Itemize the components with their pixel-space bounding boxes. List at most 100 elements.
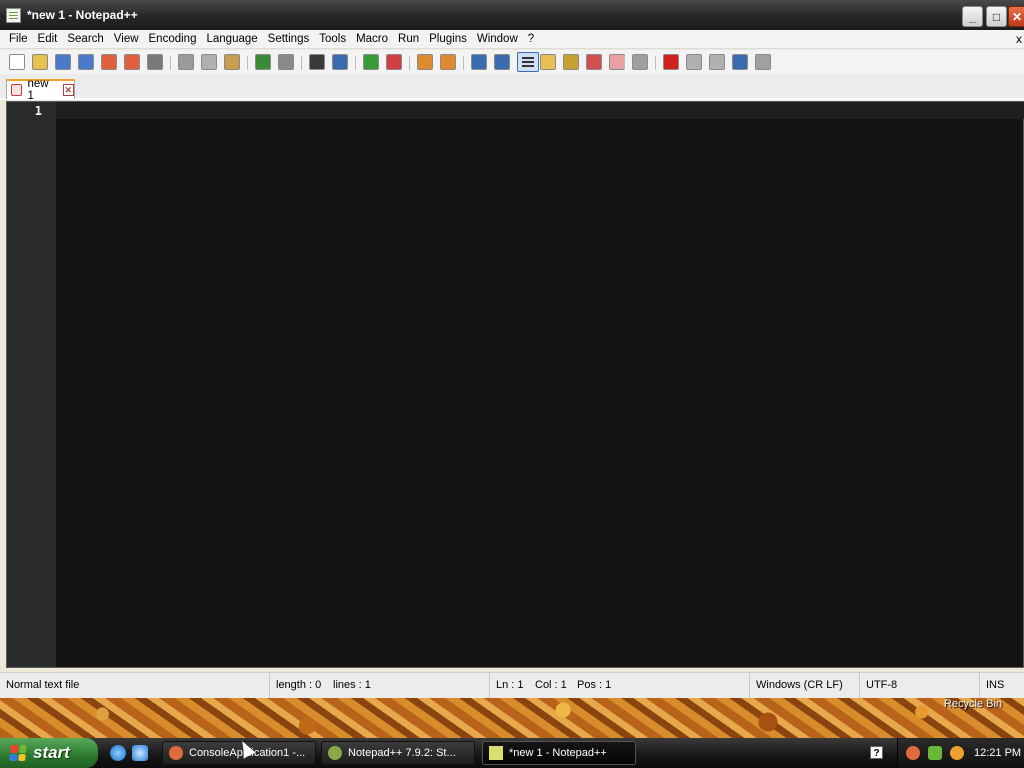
close-window-button[interactable]: ✕ — [1008, 6, 1024, 27]
cut-icon[interactable] — [178, 54, 194, 70]
menu-window[interactable]: Window — [473, 33, 524, 45]
zoom-out-icon[interactable] — [386, 54, 402, 70]
save-macro-icon[interactable] — [755, 54, 771, 70]
close-document-button[interactable]: x — [1016, 32, 1022, 46]
task-notepad-plus-plus-help[interactable]: Notepad++ 7.9.2: St... — [321, 741, 475, 765]
tab-strip: new 1 ✕ — [0, 74, 1024, 102]
undo-icon[interactable] — [255, 54, 271, 70]
menu-settings[interactable]: Settings — [264, 33, 316, 45]
print-icon[interactable] — [147, 54, 163, 70]
toolbar-separator — [463, 56, 464, 70]
sync-vertical-icon[interactable] — [417, 54, 433, 70]
window-title: *new 1 - Notepad++ — [27, 8, 138, 22]
tab-new-1[interactable]: new 1 ✕ — [6, 78, 75, 102]
status-encoding[interactable]: UTF-8 — [859, 673, 897, 698]
line-number-gutter[interactable]: 1 — [7, 102, 56, 667]
system-tray: 12:21 PM — [897, 738, 1024, 768]
menu-edit[interactable]: Edit — [34, 33, 64, 45]
toolbar — [0, 50, 1024, 74]
redo-icon[interactable] — [278, 54, 294, 70]
paste-icon[interactable] — [224, 54, 240, 70]
tray-search-icon[interactable] — [950, 746, 964, 760]
save-all-icon[interactable] — [78, 54, 94, 70]
task-label: *new 1 - Notepad++ — [509, 747, 607, 759]
replace-icon[interactable] — [332, 54, 348, 70]
doc-map-icon[interactable] — [540, 54, 556, 70]
menu-help[interactable]: ? — [524, 33, 540, 45]
help-icon[interactable]: ? — [870, 746, 883, 759]
save-icon[interactable] — [55, 54, 71, 70]
menu-bar: File Edit Search View Encoding Language … — [0, 30, 1024, 49]
line-number: 1 — [34, 104, 42, 118]
stop-recording-icon[interactable] — [686, 54, 702, 70]
internet-explorer-icon[interactable] — [110, 745, 126, 761]
status-lines: lines : 1 — [333, 679, 371, 691]
start-button[interactable]: start — [0, 738, 98, 768]
record-macro-icon[interactable] — [663, 54, 679, 70]
visual-studio-icon — [169, 746, 183, 760]
menu-view[interactable]: View — [110, 33, 145, 45]
minimize-button[interactable]: _ — [962, 6, 983, 27]
tab-label: new 1 — [27, 78, 49, 102]
close-all-icon[interactable] — [124, 54, 140, 70]
quick-launch-icon[interactable] — [132, 745, 148, 761]
current-line-highlight[interactable] — [56, 102, 1024, 119]
run-macro-multiple-icon[interactable] — [732, 54, 748, 70]
task-new-1-notepad[interactable]: *new 1 - Notepad++ — [482, 741, 636, 765]
find-icon[interactable] — [309, 54, 325, 70]
unsaved-file-icon — [11, 84, 23, 96]
menu-plugins[interactable]: Plugins — [425, 33, 473, 45]
menu-search[interactable]: Search — [63, 33, 109, 45]
menu-run[interactable]: Run — [394, 33, 425, 45]
status-ln: Ln : 1 — [489, 673, 524, 698]
zoom-in-icon[interactable] — [363, 54, 379, 70]
tab-close-icon[interactable]: ✕ — [62, 84, 74, 96]
tray-network-icon[interactable] — [928, 746, 942, 760]
task-label: Notepad++ 7.9.2: St... — [348, 747, 456, 759]
copy-icon[interactable] — [201, 54, 217, 70]
recycle-bin-label[interactable]: Recycle Bin — [944, 698, 1002, 710]
status-length: length : 0 — [269, 673, 321, 698]
status-file-type: Normal text file — [6, 679, 80, 691]
clock[interactable]: 12:21 PM — [974, 747, 1021, 759]
title-bar[interactable]: *new 1 - Notepad++ _ □ ✕ — [0, 0, 1024, 30]
playback-macro-icon[interactable] — [709, 54, 725, 70]
folder-as-workspace-icon[interactable] — [586, 54, 602, 70]
menu-tools[interactable]: Tools — [315, 33, 352, 45]
monitoring-icon[interactable] — [609, 54, 625, 70]
new-file-icon[interactable] — [9, 54, 25, 70]
taskbar: start ConsoleApplication1 -... Notepad++… — [0, 738, 1024, 768]
maximize-button[interactable]: □ — [986, 6, 1007, 27]
indent-guide-icon[interactable] — [517, 52, 539, 72]
status-insert-mode[interactable]: INS — [979, 673, 1004, 698]
show-all-chars-icon[interactable] — [494, 54, 510, 70]
notepad-plus-plus-icon — [328, 746, 342, 760]
desktop-wallpaper: Recycle Bin — [0, 698, 1024, 738]
start-label: start — [33, 743, 70, 762]
menu-macro[interactable]: Macro — [352, 33, 394, 45]
sync-horizontal-icon[interactable] — [440, 54, 456, 70]
word-wrap-icon[interactable] — [471, 54, 487, 70]
toolbar-separator — [355, 56, 356, 70]
status-eol[interactable]: Windows (CR LF) — [749, 673, 843, 698]
notepad-file-icon — [489, 746, 503, 760]
toolbar-separator — [247, 56, 248, 70]
status-bar: Normal text file length : 0 lines : 1 Ln… — [0, 672, 1024, 698]
close-icon[interactable] — [101, 54, 117, 70]
macro-circle-icon[interactable] — [632, 54, 648, 70]
menu-language[interactable]: Language — [202, 33, 263, 45]
status-col: Col : 1 — [535, 679, 567, 691]
function-list-icon[interactable] — [563, 54, 579, 70]
windows-logo-icon — [9, 745, 27, 761]
toolbar-separator — [655, 56, 656, 70]
toolbar-separator — [409, 56, 410, 70]
tray-app-icon[interactable] — [906, 746, 920, 760]
menu-encoding[interactable]: Encoding — [145, 33, 203, 45]
toolbar-separator — [624, 56, 625, 70]
notepad-app-icon[interactable] — [6, 7, 21, 23]
toolbar-separator — [301, 56, 302, 70]
menu-file[interactable]: File — [5, 33, 34, 45]
editor-area[interactable]: 1 — [6, 101, 1024, 668]
toolbar-separator — [170, 56, 171, 70]
open-file-icon[interactable] — [32, 54, 48, 70]
